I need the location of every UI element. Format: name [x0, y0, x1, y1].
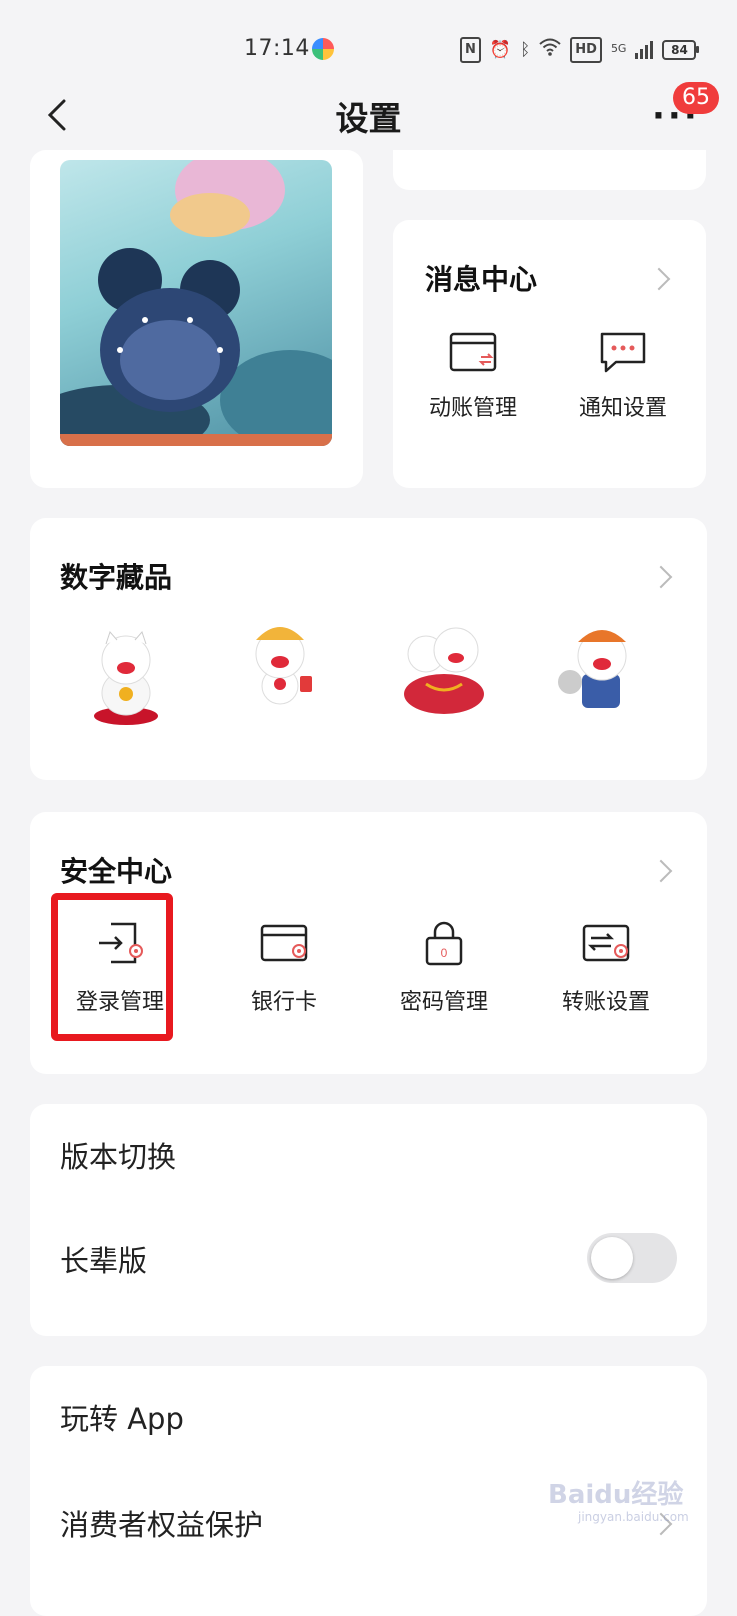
- collectible-item[interactable]: [396, 616, 492, 720]
- svg-text:0: 0: [441, 946, 448, 960]
- status-icons: N ⏰ ᛒ HD 5G 84: [460, 37, 700, 63]
- message-center-card[interactable]: 消息中心 动账管理 通知设置: [393, 220, 706, 488]
- item-label: 转账设置: [561, 990, 650, 1015]
- version-switch-title: 版本切换: [60, 1140, 177, 1174]
- lucky-cat-collectible-3-icon: [404, 627, 484, 714]
- hd-icon: HD: [570, 37, 602, 63]
- message-center-title: 消息中心: [425, 263, 538, 296]
- item-label: 银行卡: [250, 990, 317, 1015]
- app-notification-icon: [312, 38, 334, 60]
- play-app-title: 玩转 App: [60, 1402, 184, 1436]
- page-title: 设置: [335, 99, 402, 138]
- account-change-item[interactable]: 动账管理: [413, 330, 533, 422]
- chat-bubble-icon: [600, 332, 646, 373]
- lucky-cat-collectible-1-icon: [94, 631, 158, 725]
- digital-collectibles-title: 数字藏品: [60, 561, 173, 594]
- toggle-knob: [591, 1237, 633, 1279]
- version-switch-card: 版本切换 长辈版: [30, 1104, 707, 1336]
- lucky-cat-collectible-2-icon: [255, 627, 312, 705]
- network-type: 5G: [610, 42, 627, 55]
- collectible-item[interactable]: [242, 616, 322, 720]
- item-label: 通知设置: [578, 396, 667, 421]
- bluetooth-icon: ᛒ: [520, 40, 531, 60]
- watermark-url: jingyan.baidu.com: [578, 1510, 689, 1524]
- bank-card-item[interactable]: 银行卡: [224, 920, 344, 1016]
- top-card-fragment: [393, 150, 706, 190]
- status-bar: 17:14 N ⏰ ᛒ HD 5G 84: [0, 0, 737, 100]
- wifi-icon: [539, 38, 561, 62]
- chevron-right-icon[interactable]: [647, 267, 671, 291]
- status-time: 17:14: [244, 36, 310, 61]
- security-center-title: 安全中心: [60, 855, 173, 888]
- bank-card-icon: [260, 924, 308, 962]
- battery-icon: 84: [662, 40, 700, 60]
- digital-collectibles-card[interactable]: 数字藏品: [30, 518, 707, 780]
- chevron-right-icon[interactable]: [649, 859, 673, 883]
- nfc-icon: N: [460, 37, 481, 63]
- item-label: 动账管理: [428, 396, 517, 421]
- collectible-item[interactable]: [86, 628, 166, 732]
- card-transfer-icon: [449, 332, 497, 372]
- transfer-settings-item[interactable]: 转账设置: [546, 920, 666, 1016]
- notification-badge: 65: [673, 82, 719, 114]
- consumer-rights-item[interactable]: 消费者权益保护: [60, 1502, 263, 1544]
- banner-image: [60, 160, 332, 446]
- notification-settings-item[interactable]: 通知设置: [563, 330, 683, 422]
- item-label: 密码管理: [399, 990, 488, 1015]
- alarm-icon: ⏰: [489, 40, 512, 60]
- lock-icon: 0: [425, 921, 463, 966]
- banner-card[interactable]: [30, 150, 363, 488]
- password-management-item[interactable]: 0 密码管理: [384, 920, 504, 1016]
- lucky-cat-collectible-4-icon: [558, 630, 627, 708]
- highlight-box: [51, 893, 173, 1041]
- collectible-item[interactable]: [552, 616, 648, 720]
- signal-icon: [635, 41, 654, 59]
- elder-mode-label: 长辈版: [60, 1244, 148, 1278]
- transfer-icon: [582, 924, 630, 962]
- chevron-right-icon[interactable]: [649, 565, 673, 589]
- watermark: Baidu经验: [548, 1480, 684, 1510]
